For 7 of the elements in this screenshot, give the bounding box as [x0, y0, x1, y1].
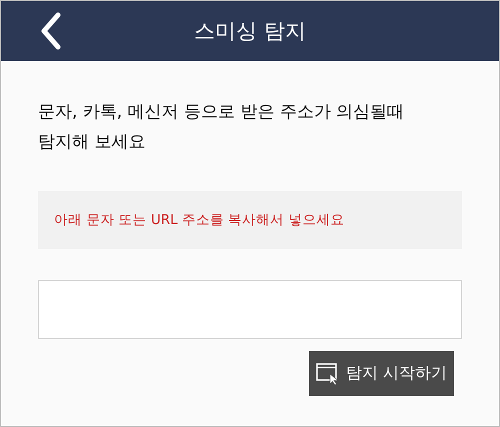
notice-text: 아래 문자 또는 URL 주소를 복사해서 넣으세요 [54, 211, 345, 229]
intro-text: 문자, 카톡, 메신저 등으로 받은 주소가 의심될때 탐지해 보세요 [38, 101, 406, 154]
screen-title: 스미싱 탐지 [194, 18, 306, 45]
window-cursor-icon [316, 362, 340, 384]
start-detection-button[interactable]: 탐지 시작하기 [309, 351, 454, 396]
back-icon [40, 12, 62, 50]
input-field[interactable] [38, 280, 462, 339]
